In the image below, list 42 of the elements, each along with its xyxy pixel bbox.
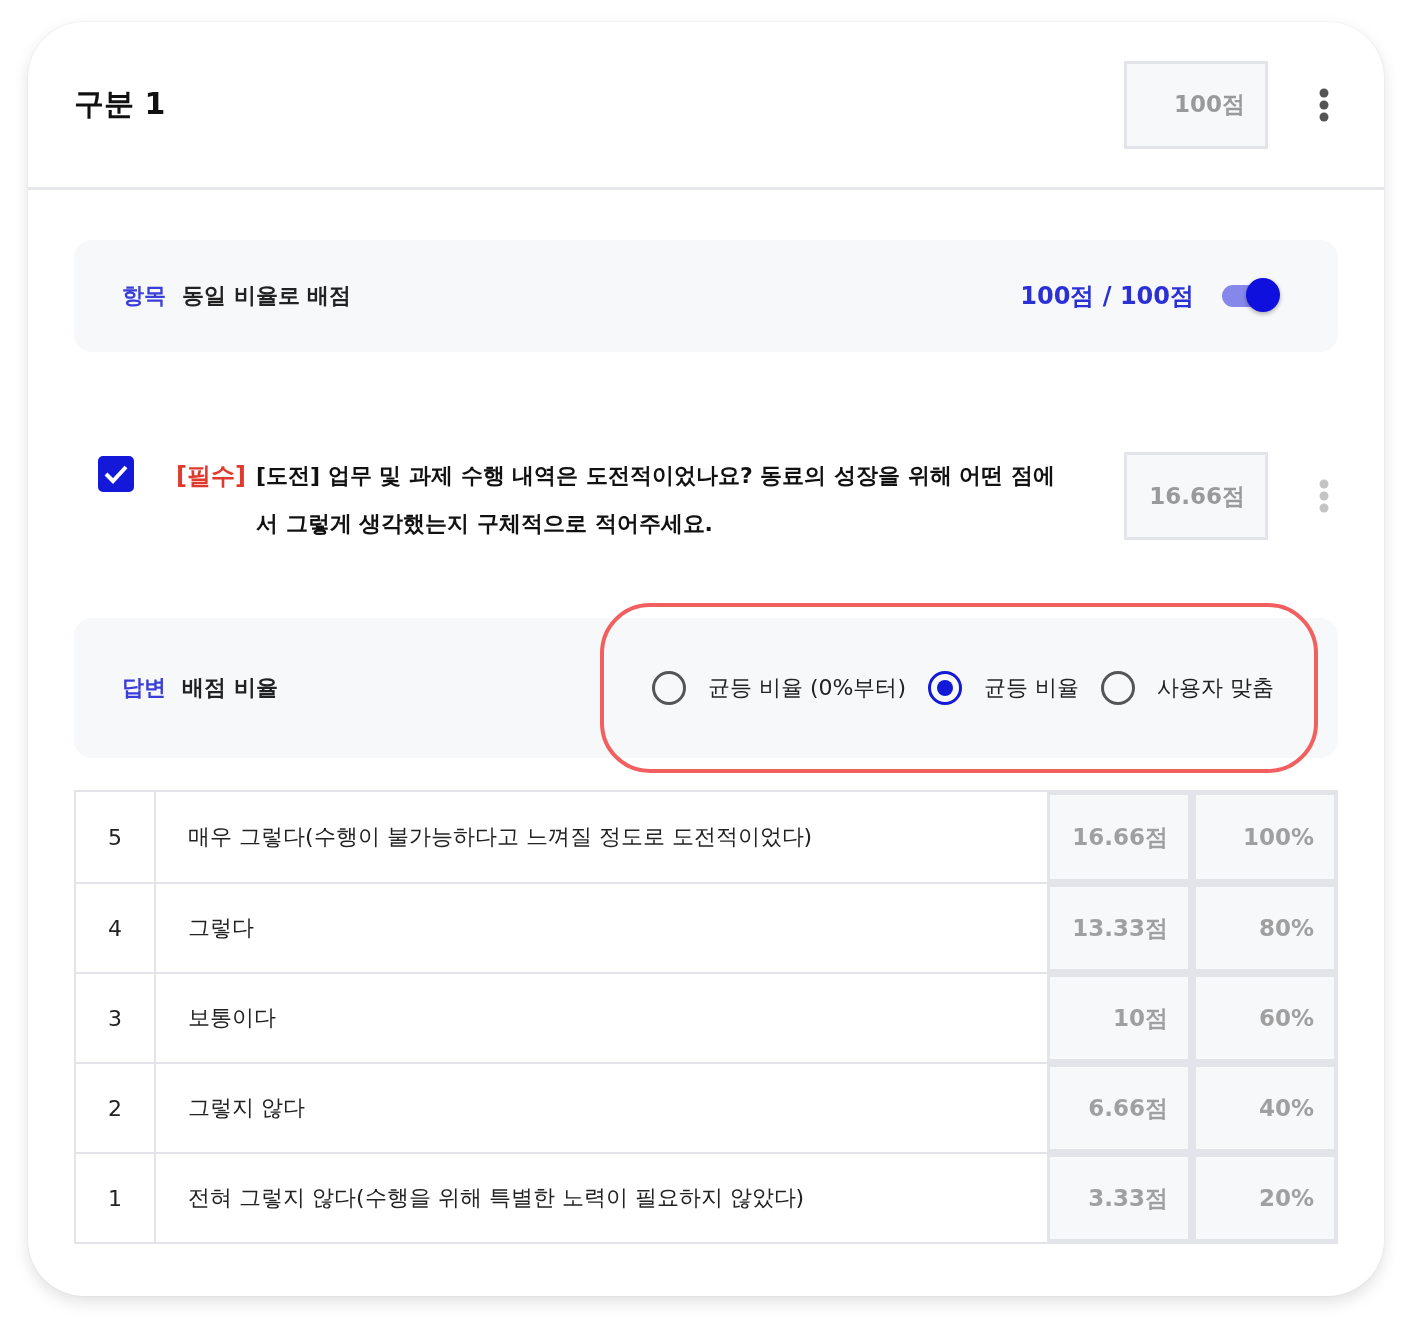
score-field[interactable]: 100점: [1124, 60, 1268, 149]
checkmark-icon: [103, 463, 129, 485]
table-cell: 1: [76, 1154, 156, 1242]
item-label: 항목: [122, 282, 166, 310]
radio-button[interactable]: [928, 671, 962, 705]
more-options-icon[interactable]: [1318, 87, 1330, 122]
score-field[interactable]: 3.33점: [1050, 1157, 1188, 1239]
item-title: 동일 비율로 배점: [182, 282, 353, 310]
question-text: [도전] 업무 및 과제 수행 내역은 도전적이었나요? 동료의 성장을 위해 어떤 점에서 그렇게 생각했는지 구체적으로 적어주세요.: [255, 462, 1056, 538]
table-cell: 2: [76, 1064, 156, 1152]
answer-label: 답변: [122, 674, 166, 702]
section-title: 구분 1: [74, 85, 167, 123]
table-cell-text: 그렇다: [187, 914, 255, 942]
radio-label: 사용자 맞춤: [1157, 674, 1274, 702]
radio-option[interactable]: 균등 비율: [928, 671, 1079, 705]
table-cell-text: 보통이다: [187, 1004, 277, 1032]
table-cell: 5: [76, 792, 156, 882]
score-field[interactable]: 16.66점: [1124, 452, 1268, 540]
score-field[interactable]: 6.66점: [1050, 1067, 1188, 1149]
table-cell-text: 매우 그렇다(수행이 불가능하다고 느껴질 정도로 도전적이었다): [187, 823, 814, 851]
checkbox[interactable]: [98, 456, 134, 492]
table-cell-text: 그렇지 않다: [187, 1094, 306, 1122]
score-field[interactable]: 10점: [1050, 977, 1188, 1059]
percent-field[interactable]: 80%: [1196, 887, 1334, 969]
table-cell: 4: [76, 884, 156, 972]
percent-field[interactable]: 40%: [1196, 1067, 1334, 1149]
radio-button[interactable]: [1101, 671, 1135, 705]
percent-field[interactable]: 100%: [1196, 795, 1334, 879]
radio-option[interactable]: 균등 비율 (0%부터): [651, 671, 906, 705]
table-cell: 3: [76, 974, 156, 1062]
answer-title: 배점 비율: [182, 674, 279, 702]
radio-label: 균등 비율 (0%부터): [707, 674, 906, 702]
required-tag: [필수]: [176, 452, 246, 500]
radio-button[interactable]: [651, 671, 686, 705]
score-total: 100점 / 100점: [1020, 281, 1194, 312]
radio-option[interactable]: 사용자 맞춤: [1101, 671, 1274, 705]
percent-field[interactable]: 20%: [1196, 1157, 1334, 1239]
score-field[interactable]: 13.33점: [1050, 887, 1188, 969]
percent-field[interactable]: 60%: [1196, 977, 1334, 1059]
table-cell-text: 전혀 그렇지 않다(수행을 위해 특별한 노력이 필요하지 않았다): [187, 1184, 806, 1212]
radio-label: 균등 비율: [984, 674, 1079, 702]
score-field[interactable]: 16.66점: [1050, 795, 1188, 879]
